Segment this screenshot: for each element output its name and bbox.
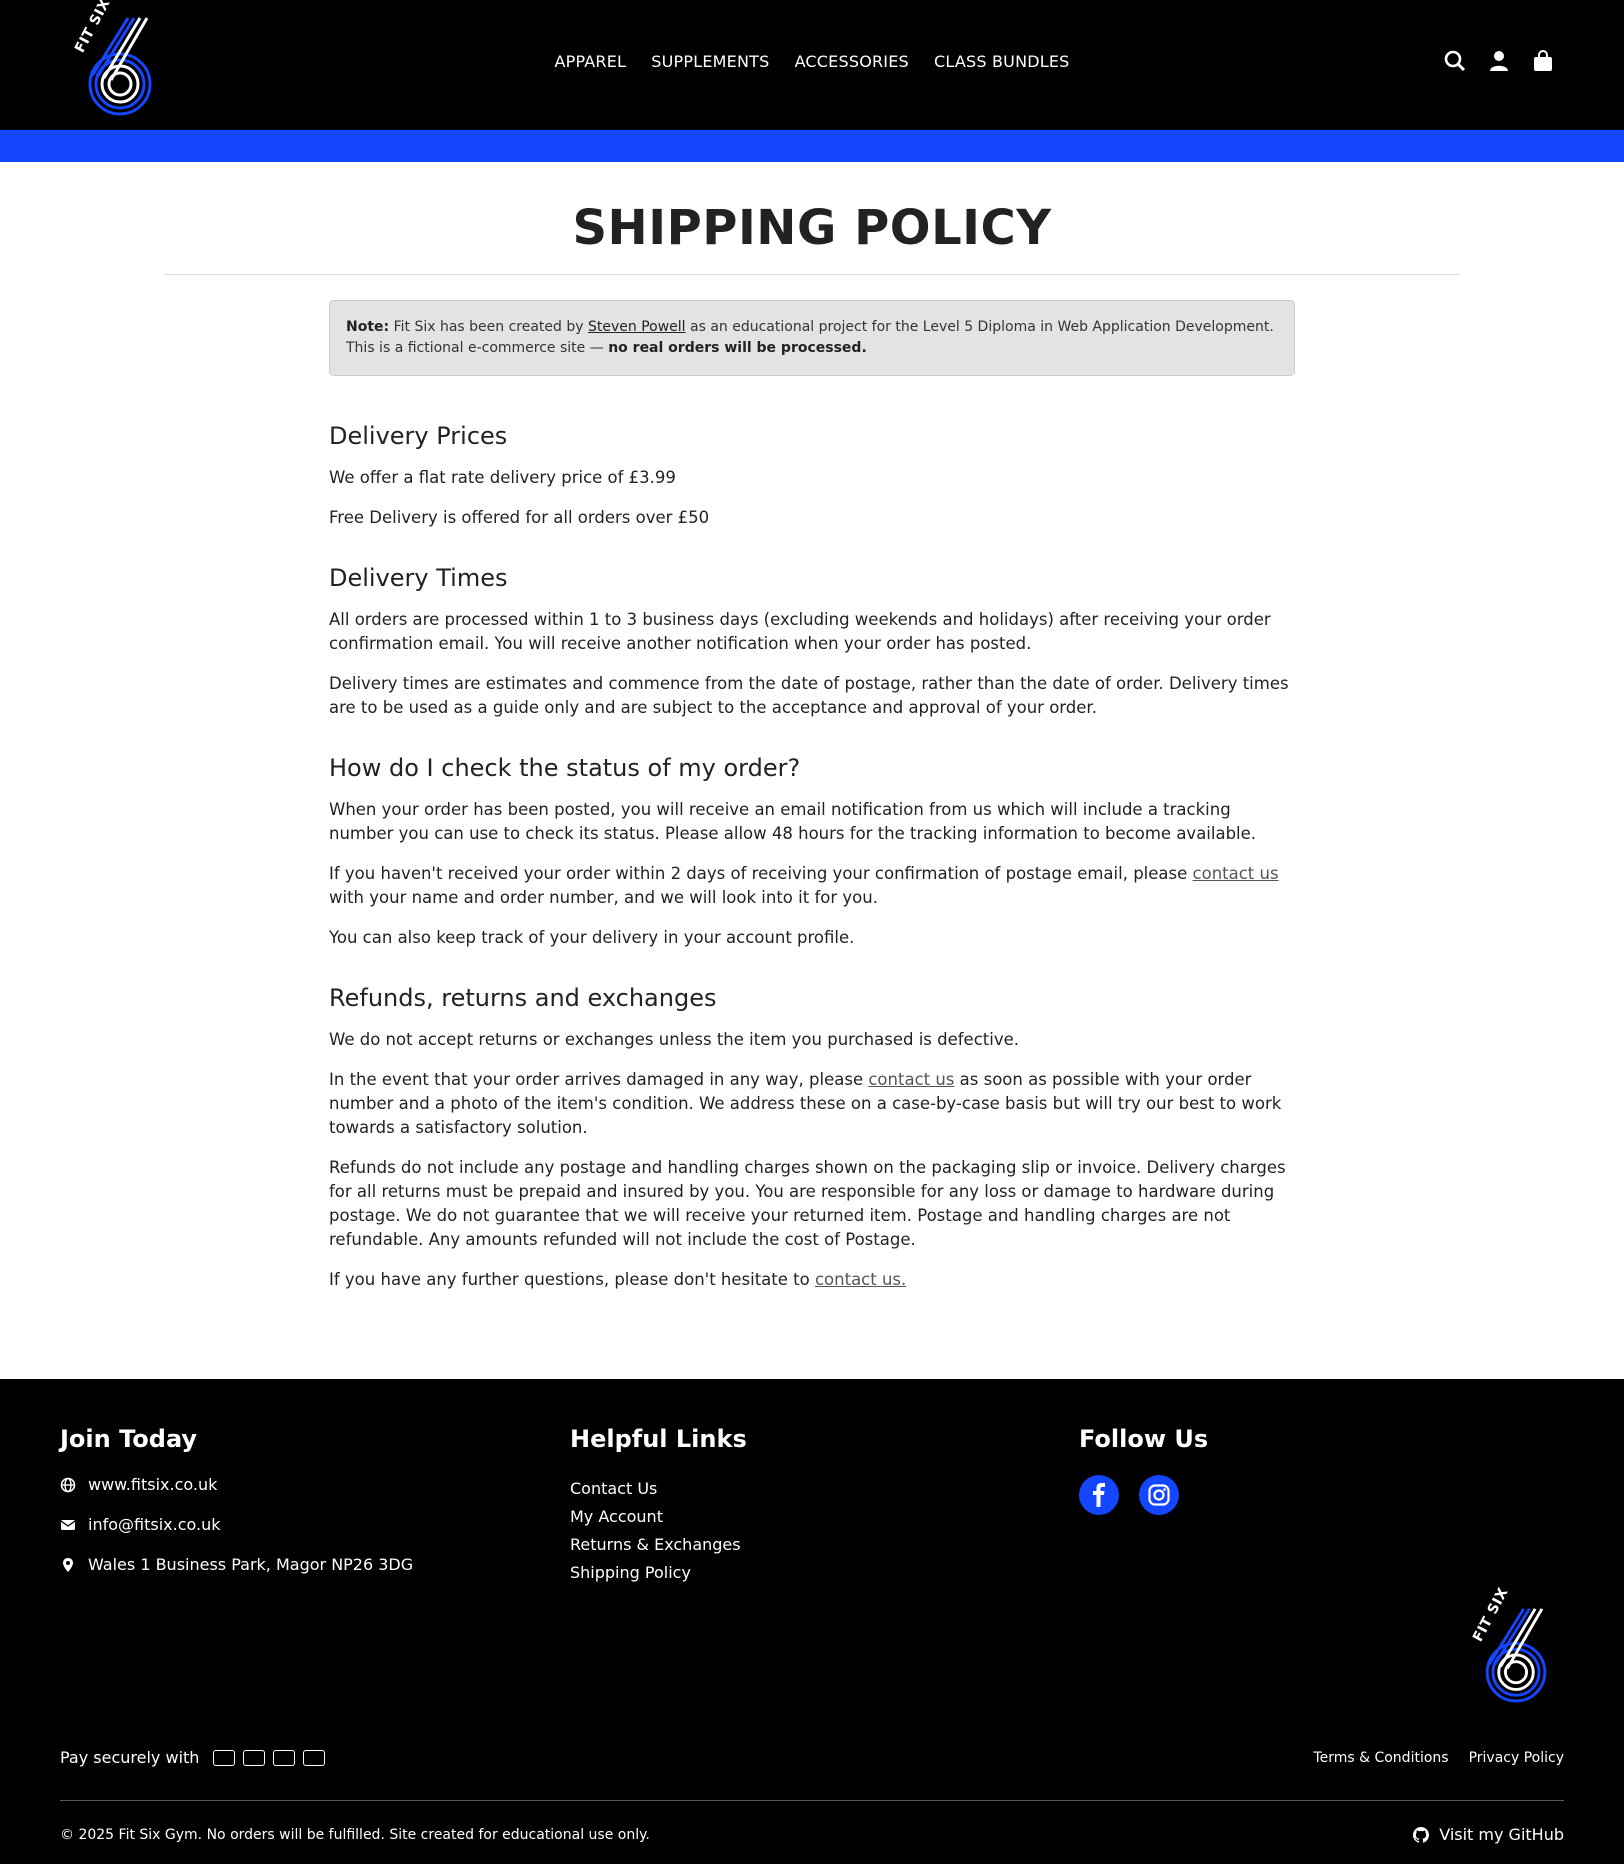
footer-follow-heading: Follow Us (1079, 1425, 1209, 1453)
github-text: Visit my GitHub (1439, 1825, 1564, 1844)
paragraph: We do not accept returns or exchanges un… (329, 1030, 1019, 1049)
paragraph: We offer a flat rate delivery price of £… (329, 468, 676, 487)
paragraph-text: with your name and order number, and we … (329, 888, 878, 907)
site-footer: Join Today www.fitsix.co.uk info@fitsix.… (0, 1379, 1624, 1864)
heading-delivery-times: Delivery Times (329, 564, 508, 592)
accent-bar (0, 130, 1624, 162)
paragraph: If you haven't received your order withi… (329, 862, 1295, 910)
nav-accessories[interactable]: ACCESSORIES (795, 52, 909, 71)
title-divider (164, 274, 1460, 275)
paragraph: Free Delivery is offered for all orders … (329, 508, 710, 527)
header-icons (1444, 50, 1554, 72)
contact-us-link[interactable]: contact us. (815, 1270, 906, 1289)
search-icon[interactable] (1444, 50, 1466, 72)
envelope-icon (60, 1520, 76, 1530)
footer-links-heading: Helpful Links (570, 1425, 747, 1453)
footer-links-column: Helpful Links Contact Us My Account Retu… (570, 1425, 747, 1587)
card-icons (213, 1749, 326, 1766)
note-text-3: This is a fictional e-commerce site — (346, 340, 604, 356)
note-text-2: as an educational project for the Level … (690, 319, 1274, 335)
note-text: Fit Six has been created by (393, 319, 584, 335)
footer-divider (60, 1800, 1564, 1801)
footer-join-heading: Join Today (60, 1425, 198, 1453)
footer-links: Contact Us My Account Returns & Exchange… (570, 1475, 747, 1587)
paragraph: If you have any further questions, pleas… (329, 1268, 1295, 1292)
footer-link-contact[interactable]: Contact Us (570, 1475, 747, 1503)
heading-order-status: How do I check the status of my order? (329, 754, 801, 782)
educational-note: Note: Fit Six has been created by Steven… (329, 300, 1295, 376)
footer-link-account[interactable]: My Account (570, 1503, 747, 1531)
policy-content: Delivery Prices We offer a flat rate del… (329, 420, 1295, 1324)
site-header: FIT SIX APPAREL SUPPLEMENTS ACCESSORIES … (0, 0, 1624, 130)
paragraph-text: If you have any further questions, pleas… (329, 1270, 810, 1289)
paragraph: Delivery times are estimates and commenc… (329, 674, 1289, 717)
globe-icon (60, 1477, 76, 1493)
amex-icon (273, 1749, 296, 1766)
privacy-link[interactable]: Privacy Policy (1469, 1750, 1564, 1766)
paragraph-text: In the event that your order arrives dam… (329, 1070, 864, 1089)
contact-us-link[interactable]: contact us (1193, 864, 1279, 883)
nav-supplements[interactable]: SUPPLEMENTS (651, 52, 769, 71)
section-delivery-times: Delivery Times All orders are processed … (329, 562, 1295, 720)
pay-label: Pay securely with (60, 1748, 200, 1767)
paragraph: You can also keep track of your delivery… (329, 928, 855, 947)
copyright-text: © 2025 Fit Six Gym. No orders will be fu… (60, 1827, 650, 1843)
facebook-icon[interactable] (1079, 1475, 1119, 1515)
instagram-icon[interactable] (1139, 1475, 1179, 1515)
section-refunds: Refunds, returns and exchanges We do not… (329, 982, 1295, 1292)
section-delivery-prices: Delivery Prices We offer a flat rate del… (329, 420, 1295, 530)
email-text: info@fitsix.co.uk (88, 1515, 221, 1534)
heading-delivery-prices: Delivery Prices (329, 422, 508, 450)
main-nav: APPAREL SUPPLEMENTS ACCESSORIES CLASS BU… (0, 52, 1624, 71)
github-link[interactable]: Visit my GitHub (1413, 1825, 1564, 1844)
nav-class-bundles[interactable]: CLASS BUNDLES (934, 52, 1070, 71)
page-title: SHIPPING POLICY (572, 200, 1052, 256)
payment-methods: Pay securely with (60, 1748, 326, 1767)
note-bold: no real orders will be processed. (608, 340, 867, 356)
paragraph: When your order has been posted, you wil… (329, 800, 1257, 843)
paragraph: In the event that your order arrives dam… (329, 1068, 1295, 1140)
section-order-status: How do I check the status of my order? W… (329, 752, 1295, 950)
footer-email[interactable]: info@fitsix.co.uk (60, 1515, 413, 1535)
map-pin-icon (63, 1558, 73, 1572)
bag-icon[interactable] (1532, 50, 1554, 72)
github-icon (1413, 1826, 1430, 1843)
legal-links: Terms & Conditions Privacy Policy (1313, 1750, 1564, 1766)
address-text: Wales 1 Business Park, Magor NP26 3DG (88, 1555, 414, 1574)
paragraph-text: If you haven't received your order withi… (329, 864, 1188, 883)
discover-icon (303, 1749, 326, 1766)
nav-apparel[interactable]: APPAREL (554, 52, 626, 71)
footer-follow-column: Follow Us (1079, 1425, 1208, 1515)
contact-us-link[interactable]: contact us (868, 1070, 954, 1089)
footer-logo: FIT SIX (1468, 1585, 1564, 1705)
footer-link-shipping[interactable]: Shipping Policy (570, 1559, 747, 1587)
social-icons (1079, 1475, 1208, 1515)
footer-join-column: Join Today www.fitsix.co.uk info@fitsix.… (60, 1425, 413, 1595)
terms-link[interactable]: Terms & Conditions (1313, 1750, 1448, 1766)
footer-link-returns[interactable]: Returns & Exchanges (570, 1531, 747, 1559)
footer-address: Wales 1 Business Park, Magor NP26 3DG (60, 1555, 413, 1575)
website-text: www.fitsix.co.uk (88, 1475, 218, 1494)
footer-website[interactable]: www.fitsix.co.uk (60, 1475, 413, 1495)
account-icon[interactable] (1488, 50, 1510, 72)
paragraph: All orders are processed within 1 to 3 b… (329, 610, 1271, 653)
paragraph: Refunds do not include any postage and h… (329, 1158, 1286, 1249)
mastercard-icon (243, 1749, 266, 1766)
author-link[interactable]: Steven Powell (588, 319, 686, 335)
visa-icon (213, 1749, 236, 1766)
note-label: Note: (346, 319, 390, 335)
heading-refunds: Refunds, returns and exchanges (329, 984, 717, 1012)
